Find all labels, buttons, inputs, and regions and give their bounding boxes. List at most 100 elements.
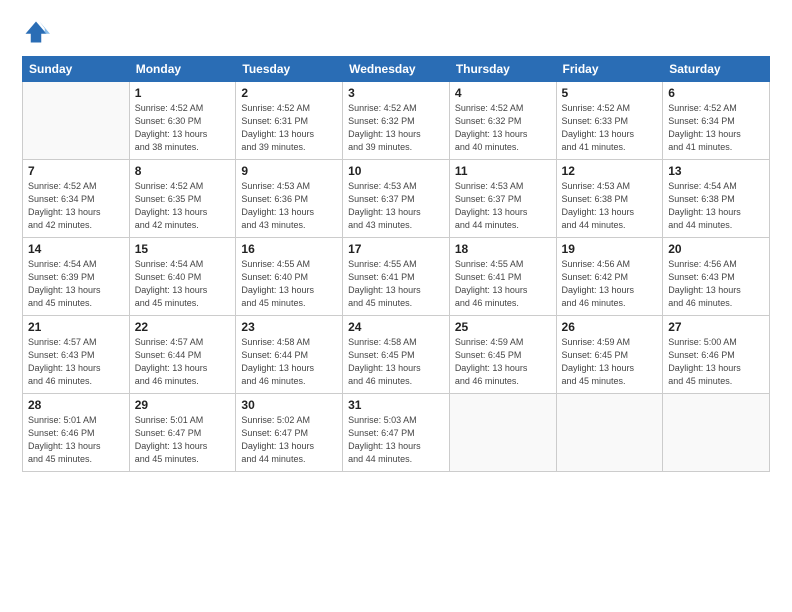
day-info: Sunrise: 4:52 AM Sunset: 6:31 PM Dayligh… — [241, 102, 337, 154]
day-info: Sunrise: 4:52 AM Sunset: 6:32 PM Dayligh… — [455, 102, 551, 154]
weekday-header-saturday: Saturday — [663, 57, 770, 82]
day-cell: 31 Sunrise: 5:03 AM Sunset: 6:47 PM Dayli… — [343, 394, 450, 472]
weekday-header-tuesday: Tuesday — [236, 57, 343, 82]
header — [22, 18, 770, 46]
day-cell: 28Sunrise: 5:01 AM Sunset: 6:46 PM Dayli… — [23, 394, 130, 472]
day-info: Sunrise: 4:54 AM Sunset: 6:38 PM Dayligh… — [668, 180, 764, 232]
day-info: Sunrise: 4:54 AM Sunset: 6:40 PM Dayligh… — [135, 258, 231, 310]
weekday-header-row: SundayMondayTuesdayWednesdayThursdayFrid… — [23, 57, 770, 82]
day-number: 31 — [348, 398, 444, 412]
day-cell: 3 Sunrise: 4:52 AM Sunset: 6:32 PM Daylig… — [343, 82, 450, 160]
day-info: Sunrise: 4:56 AM Sunset: 6:43 PM Dayligh… — [668, 258, 764, 310]
day-info: Sunrise: 4:59 AM Sunset: 6:45 PM Dayligh… — [562, 336, 658, 388]
day-cell: 17 Sunrise: 4:55 AM Sunset: 6:41 PM Dayli… — [343, 238, 450, 316]
day-info: Sunrise: 5:01 AM Sunset: 6:47 PM Dayligh… — [135, 414, 231, 466]
calendar-table: SundayMondayTuesdayWednesdayThursdayFrid… — [22, 56, 770, 472]
day-number: 24 — [348, 320, 444, 334]
logo-icon — [22, 18, 50, 46]
week-row-4: 21 Sunrise: 4:57 AM Sunset: 6:43 PM Dayli… — [23, 316, 770, 394]
day-info: Sunrise: 4:58 AM Sunset: 6:44 PM Dayligh… — [241, 336, 337, 388]
day-cell: 25 Sunrise: 4:59 AM Sunset: 6:45 PM Dayli… — [449, 316, 556, 394]
day-info: Sunrise: 5:02 AM Sunset: 6:47 PM Dayligh… — [241, 414, 337, 466]
day-info: Sunrise: 4:52 AM Sunset: 6:33 PM Dayligh… — [562, 102, 658, 154]
day-cell: 30 Sunrise: 5:02 AM Sunset: 6:47 PM Dayli… — [236, 394, 343, 472]
day-info: Sunrise: 4:59 AM Sunset: 6:45 PM Dayligh… — [455, 336, 551, 388]
day-info: Sunrise: 4:53 AM Sunset: 6:37 PM Dayligh… — [455, 180, 551, 232]
day-cell: 20Sunrise: 4:56 AM Sunset: 6:43 PM Dayli… — [663, 238, 770, 316]
day-cell: 24 Sunrise: 4:58 AM Sunset: 6:45 PM Dayli… — [343, 316, 450, 394]
page: SundayMondayTuesdayWednesdayThursdayFrid… — [0, 0, 792, 612]
day-number: 30 — [241, 398, 337, 412]
day-info: Sunrise: 4:52 AM Sunset: 6:35 PM Dayligh… — [135, 180, 231, 232]
day-number: 12 — [562, 164, 658, 178]
day-cell: 27Sunrise: 5:00 AM Sunset: 6:46 PM Dayli… — [663, 316, 770, 394]
day-info: Sunrise: 4:52 AM Sunset: 6:34 PM Dayligh… — [668, 102, 764, 154]
day-cell: 22 Sunrise: 4:57 AM Sunset: 6:44 PM Dayli… — [129, 316, 236, 394]
day-number: 22 — [135, 320, 231, 334]
day-cell: 2 Sunrise: 4:52 AM Sunset: 6:31 PM Daylig… — [236, 82, 343, 160]
day-number: 15 — [135, 242, 231, 256]
day-cell: 7Sunrise: 4:52 AM Sunset: 6:34 PM Daylig… — [23, 160, 130, 238]
logo — [22, 18, 54, 46]
day-cell — [556, 394, 663, 472]
day-info: Sunrise: 4:57 AM Sunset: 6:43 PM Dayligh… — [28, 336, 124, 388]
weekday-header-wednesday: Wednesday — [343, 57, 450, 82]
day-number: 11 — [455, 164, 551, 178]
day-info: Sunrise: 4:56 AM Sunset: 6:42 PM Dayligh… — [562, 258, 658, 310]
day-cell: 5 Sunrise: 4:52 AM Sunset: 6:33 PM Daylig… — [556, 82, 663, 160]
day-number: 25 — [455, 320, 551, 334]
day-cell: 18 Sunrise: 4:55 AM Sunset: 6:41 PM Dayli… — [449, 238, 556, 316]
day-number: 17 — [348, 242, 444, 256]
day-number: 27 — [668, 320, 764, 334]
week-row-2: 7Sunrise: 4:52 AM Sunset: 6:34 PM Daylig… — [23, 160, 770, 238]
day-number: 18 — [455, 242, 551, 256]
day-number: 6 — [668, 86, 764, 100]
day-number: 19 — [562, 242, 658, 256]
day-number: 8 — [135, 164, 231, 178]
day-cell — [449, 394, 556, 472]
day-cell: 1Sunrise: 4:52 AM Sunset: 6:30 PM Daylig… — [129, 82, 236, 160]
day-number: 14 — [28, 242, 124, 256]
week-row-1: 1Sunrise: 4:52 AM Sunset: 6:30 PM Daylig… — [23, 82, 770, 160]
day-cell: 4Sunrise: 4:52 AM Sunset: 6:32 PM Daylig… — [449, 82, 556, 160]
day-cell: 29 Sunrise: 5:01 AM Sunset: 6:47 PM Dayli… — [129, 394, 236, 472]
day-info: Sunrise: 5:03 AM Sunset: 6:47 PM Dayligh… — [348, 414, 444, 466]
day-number: 3 — [348, 86, 444, 100]
day-info: Sunrise: 4:52 AM Sunset: 6:34 PM Dayligh… — [28, 180, 124, 232]
day-number: 9 — [241, 164, 337, 178]
day-cell — [23, 82, 130, 160]
day-number: 1 — [135, 86, 231, 100]
day-number: 5 — [562, 86, 658, 100]
day-number: 16 — [241, 242, 337, 256]
day-cell — [663, 394, 770, 472]
day-cell: 21 Sunrise: 4:57 AM Sunset: 6:43 PM Dayli… — [23, 316, 130, 394]
weekday-header-thursday: Thursday — [449, 57, 556, 82]
week-row-5: 28Sunrise: 5:01 AM Sunset: 6:46 PM Dayli… — [23, 394, 770, 472]
day-info: Sunrise: 4:57 AM Sunset: 6:44 PM Dayligh… — [135, 336, 231, 388]
day-number: 26 — [562, 320, 658, 334]
day-number: 29 — [135, 398, 231, 412]
day-info: Sunrise: 4:53 AM Sunset: 6:38 PM Dayligh… — [562, 180, 658, 232]
week-row-3: 14Sunrise: 4:54 AM Sunset: 6:39 PM Dayli… — [23, 238, 770, 316]
day-number: 21 — [28, 320, 124, 334]
day-info: Sunrise: 4:55 AM Sunset: 6:41 PM Dayligh… — [455, 258, 551, 310]
day-info: Sunrise: 4:55 AM Sunset: 6:40 PM Dayligh… — [241, 258, 337, 310]
day-cell: 19 Sunrise: 4:56 AM Sunset: 6:42 PM Dayli… — [556, 238, 663, 316]
day-cell: 26 Sunrise: 4:59 AM Sunset: 6:45 PM Dayli… — [556, 316, 663, 394]
day-cell: 14Sunrise: 4:54 AM Sunset: 6:39 PM Dayli… — [23, 238, 130, 316]
day-info: Sunrise: 4:58 AM Sunset: 6:45 PM Dayligh… — [348, 336, 444, 388]
day-cell: 15 Sunrise: 4:54 AM Sunset: 6:40 PM Dayli… — [129, 238, 236, 316]
day-info: Sunrise: 4:55 AM Sunset: 6:41 PM Dayligh… — [348, 258, 444, 310]
day-cell: 12 Sunrise: 4:53 AM Sunset: 6:38 PM Dayli… — [556, 160, 663, 238]
day-cell: 10Sunrise: 4:53 AM Sunset: 6:37 PM Dayli… — [343, 160, 450, 238]
day-number: 2 — [241, 86, 337, 100]
weekday-header-friday: Friday — [556, 57, 663, 82]
day-number: 10 — [348, 164, 444, 178]
day-cell: 11 Sunrise: 4:53 AM Sunset: 6:37 PM Dayli… — [449, 160, 556, 238]
weekday-header-monday: Monday — [129, 57, 236, 82]
day-cell: 16 Sunrise: 4:55 AM Sunset: 6:40 PM Dayli… — [236, 238, 343, 316]
day-cell: 8 Sunrise: 4:52 AM Sunset: 6:35 PM Daylig… — [129, 160, 236, 238]
day-cell: 13Sunrise: 4:54 AM Sunset: 6:38 PM Dayli… — [663, 160, 770, 238]
day-info: Sunrise: 4:52 AM Sunset: 6:32 PM Dayligh… — [348, 102, 444, 154]
day-cell: 6 Sunrise: 4:52 AM Sunset: 6:34 PM Daylig… — [663, 82, 770, 160]
